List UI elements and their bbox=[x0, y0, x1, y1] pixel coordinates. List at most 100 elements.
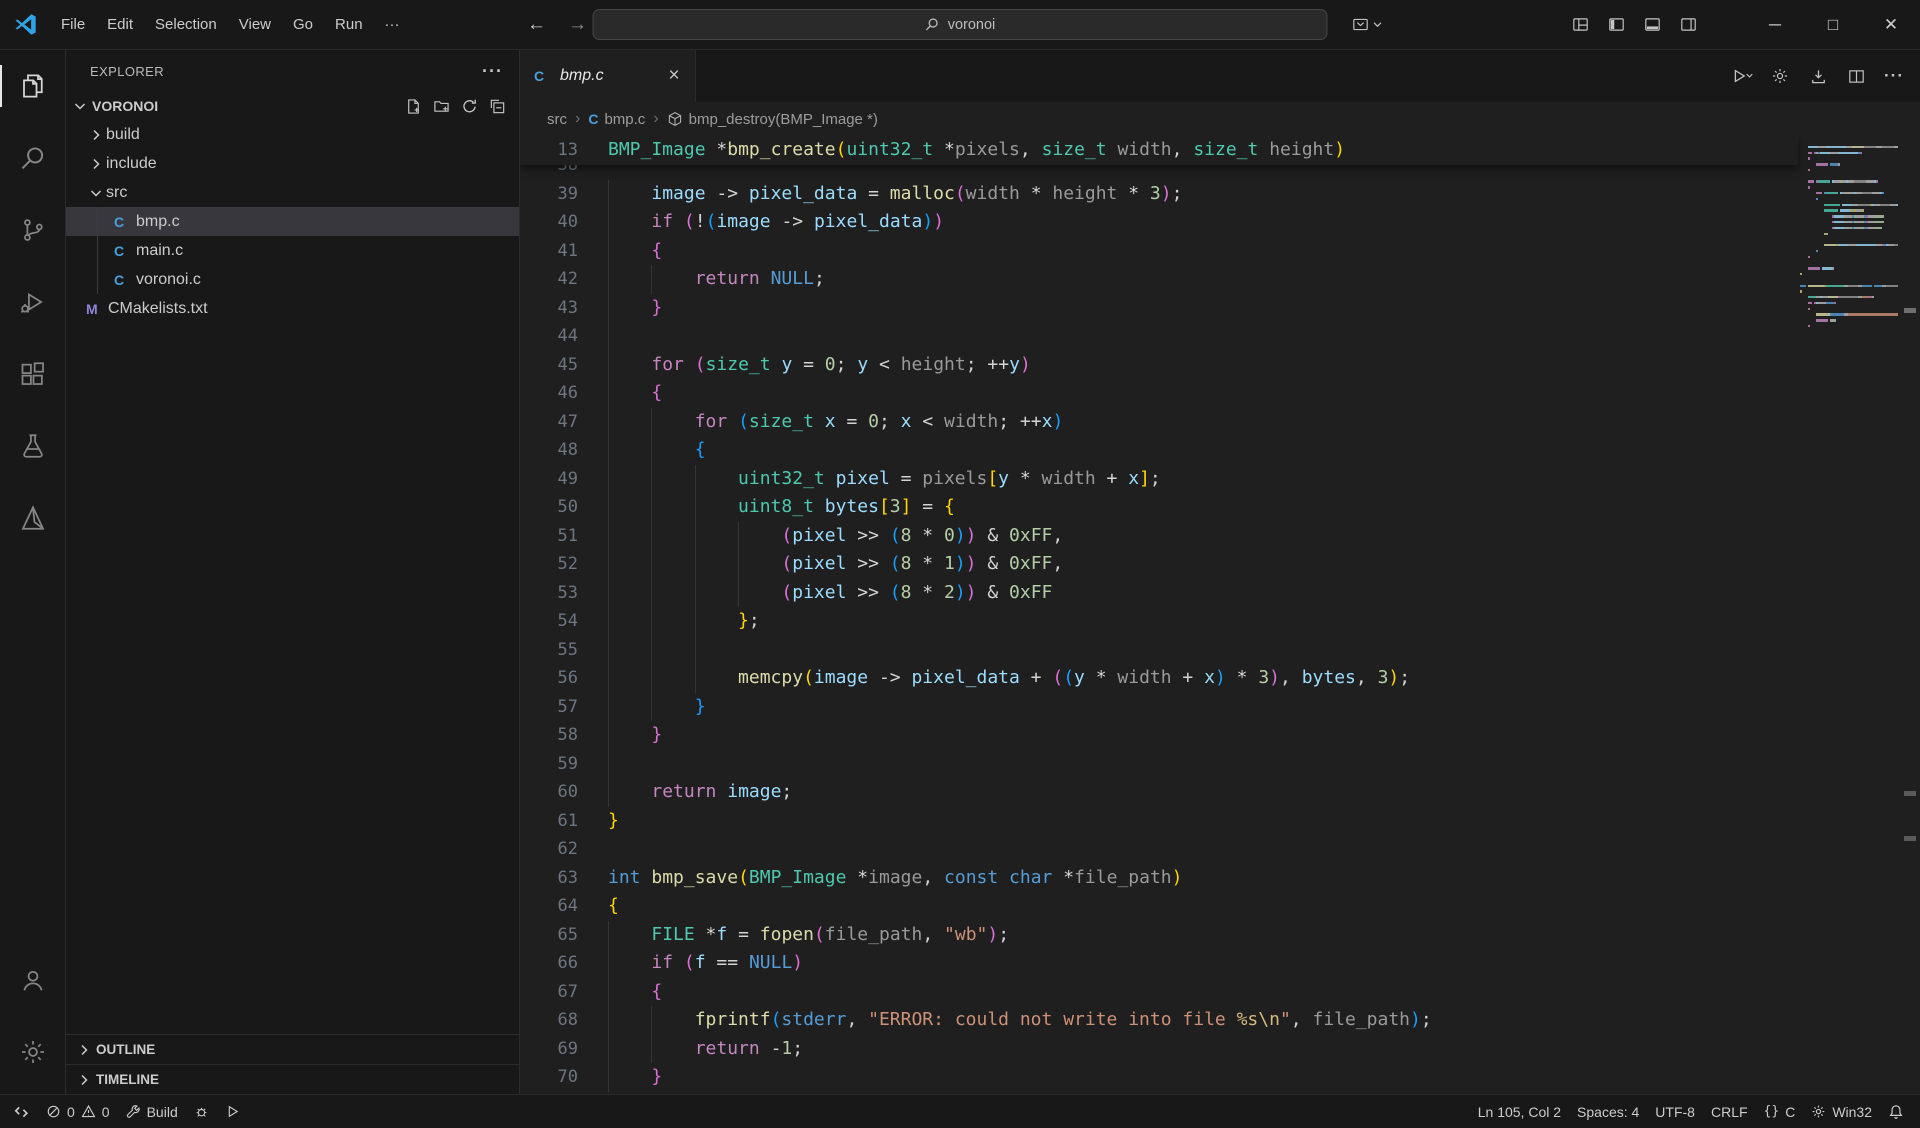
activity-explorer[interactable] bbox=[0, 50, 66, 122]
code-line[interactable]: 45 for (size_t y = 0; y < height; ++y) bbox=[520, 351, 1798, 380]
code-line[interactable]: 57 } bbox=[520, 693, 1798, 722]
layout-dropdown[interactable] bbox=[1352, 9, 1383, 40]
activity-source-control[interactable] bbox=[0, 194, 66, 266]
split-editor-icon[interactable] bbox=[1838, 58, 1874, 94]
sticky-scroll-line[interactable]: 13BMP_Image *bmp_create(uint32_t *pixels… bbox=[520, 136, 1798, 165]
cmake-kit-selector[interactable]: Win32 bbox=[1803, 1104, 1880, 1120]
code-line[interactable]: 42 return NULL; bbox=[520, 265, 1798, 294]
code-line[interactable]: 39 image -> pixel_data = malloc(width * … bbox=[520, 180, 1798, 209]
close-tab-icon[interactable]: × bbox=[661, 63, 687, 89]
code-line[interactable]: 58 } bbox=[520, 721, 1798, 750]
indentation[interactable]: Spaces: 4 bbox=[1569, 1104, 1647, 1120]
maximize-icon[interactable]: □ bbox=[1804, 0, 1862, 50]
code-line[interactable]: 60 return image; bbox=[520, 778, 1798, 807]
tree-item-bmp.c[interactable]: Cbmp.c bbox=[66, 207, 519, 236]
activity-run-debug[interactable] bbox=[0, 266, 66, 338]
command-center-search[interactable]: voronoi bbox=[593, 9, 1328, 40]
activity-extensions[interactable] bbox=[0, 338, 66, 410]
run-file-button[interactable] bbox=[1724, 58, 1760, 94]
code-line[interactable]: 55 bbox=[520, 636, 1798, 665]
new-file-icon[interactable] bbox=[401, 94, 425, 118]
code-line[interactable]: 61} bbox=[520, 807, 1798, 836]
code-editor[interactable]: 3839 image -> pixel_data = malloc(width … bbox=[520, 136, 1920, 1094]
tab-bmp-c[interactable]: C bmp.c × bbox=[520, 50, 696, 102]
code-line[interactable]: 50 uint8_t bytes[3] = { bbox=[520, 493, 1798, 522]
code-line[interactable]: 68 fprintf(stderr, "ERROR: could not wri… bbox=[520, 1006, 1798, 1035]
code-line[interactable]: 65 FILE *f = fopen(file_path, "wb"); bbox=[520, 921, 1798, 950]
cursor-position[interactable]: Ln 105, Col 2 bbox=[1470, 1104, 1569, 1120]
code-line[interactable]: 40 if (!(image -> pixel_data)) bbox=[520, 208, 1798, 237]
code-line[interactable]: 13BMP_Image *bmp_create(uint32_t *pixels… bbox=[520, 136, 1798, 165]
forward-arrow-icon[interactable]: → bbox=[568, 14, 587, 36]
breadcrumb-item[interactable]: bmp_destroy(BMP_Image *) bbox=[667, 111, 878, 128]
code-line[interactable]: 52 (pixel >> (8 * 1)) & 0xFF, bbox=[520, 550, 1798, 579]
encoding[interactable]: UTF-8 bbox=[1647, 1104, 1703, 1120]
code-line[interactable]: 49 uint32_t pixel = pixels[y * width + x… bbox=[520, 465, 1798, 494]
breadcrumb-item[interactable]: Cbmp.c bbox=[588, 111, 645, 128]
code-line[interactable]: 69 return -1; bbox=[520, 1035, 1798, 1064]
project-section-header[interactable]: VORONOI bbox=[66, 92, 519, 120]
code-line[interactable]: 53 (pixel >> (8 * 2)) & 0xFF bbox=[520, 579, 1798, 608]
activity-account[interactable] bbox=[0, 944, 66, 1016]
tree-item-cmakelists.txt[interactable]: MCMakelists.txt bbox=[66, 294, 519, 323]
tree-item-voronoi.c[interactable]: Cvoronoi.c bbox=[66, 265, 519, 294]
download-icon[interactable] bbox=[1800, 58, 1836, 94]
activity-testing[interactable] bbox=[0, 410, 66, 482]
code-line[interactable]: 47 for (size_t x = 0; x < width; ++x) bbox=[520, 408, 1798, 437]
code-line[interactable]: 41 { bbox=[520, 237, 1798, 266]
editor-settings-icon[interactable] bbox=[1762, 58, 1798, 94]
menu-view[interactable]: View bbox=[228, 9, 282, 40]
tree-item-include[interactable]: include bbox=[66, 149, 519, 178]
toggle-panel-icon[interactable] bbox=[1634, 7, 1670, 43]
code-line[interactable]: 56 memcpy(image -> pixel_data + ((y * wi… bbox=[520, 664, 1798, 693]
activity-cmake[interactable] bbox=[0, 482, 66, 554]
code-line[interactable]: 63int bmp_save(BMP_Image *image, const c… bbox=[520, 864, 1798, 893]
problems-button[interactable]: 0 0 bbox=[38, 1095, 118, 1128]
code-line[interactable]: 54 }; bbox=[520, 607, 1798, 636]
toggle-secondary-sidebar-icon[interactable] bbox=[1670, 7, 1706, 43]
code-line[interactable]: 64{ bbox=[520, 892, 1798, 921]
customize-layout-icon[interactable] bbox=[1562, 7, 1598, 43]
code-line[interactable]: 59 bbox=[520, 750, 1798, 779]
language-mode[interactable]: {} C bbox=[1756, 1104, 1804, 1120]
close-window-icon[interactable]: ✕ bbox=[1862, 0, 1920, 50]
panel-timeline[interactable]: TIMELINE bbox=[66, 1064, 519, 1094]
cmake-build-button[interactable]: Build bbox=[118, 1095, 186, 1128]
tree-item-main.c[interactable]: Cmain.c bbox=[66, 236, 519, 265]
code-line[interactable]: 48 { bbox=[520, 436, 1798, 465]
menu-selection[interactable]: Selection bbox=[144, 9, 228, 40]
menu-moremoremore[interactable]: ··· bbox=[374, 9, 411, 40]
remote-window-button[interactable] bbox=[0, 1095, 38, 1128]
refresh-icon[interactable] bbox=[457, 94, 481, 118]
code-line[interactable]: 43 } bbox=[520, 294, 1798, 323]
panel-outline[interactable]: OUTLINE bbox=[66, 1034, 519, 1064]
minimap[interactable] bbox=[1800, 140, 1898, 331]
new-folder-icon[interactable] bbox=[429, 94, 453, 118]
back-arrow-icon[interactable]: ← bbox=[527, 14, 546, 36]
code-line[interactable]: 67 { bbox=[520, 978, 1798, 1007]
code-line[interactable]: 44 bbox=[520, 322, 1798, 351]
explorer-more-actions-icon[interactable]: ··· bbox=[482, 61, 503, 82]
collapse-all-icon[interactable] bbox=[485, 94, 509, 118]
activity-search[interactable] bbox=[0, 122, 66, 194]
tree-item-src[interactable]: src bbox=[66, 178, 519, 207]
code-line[interactable]: 70 } bbox=[520, 1063, 1798, 1092]
more-actions-icon[interactable]: ··· bbox=[1876, 58, 1912, 94]
code-line[interactable]: 46 { bbox=[520, 379, 1798, 408]
menu-go[interactable]: Go bbox=[282, 9, 324, 40]
menu-edit[interactable]: Edit bbox=[96, 9, 144, 40]
menu-run[interactable]: Run bbox=[324, 9, 374, 40]
breadcrumb-item[interactable]: src bbox=[547, 111, 567, 128]
activity-settings[interactable] bbox=[0, 1016, 66, 1088]
cmake-debug-button[interactable] bbox=[186, 1095, 217, 1128]
cmake-launch-button[interactable] bbox=[217, 1095, 248, 1128]
code-line[interactable]: 66 if (f == NULL) bbox=[520, 949, 1798, 978]
menu-file[interactable]: File bbox=[50, 9, 96, 40]
toggle-sidebar-icon[interactable] bbox=[1598, 7, 1634, 43]
code-line[interactable]: 62 bbox=[520, 835, 1798, 864]
tree-item-build[interactable]: build bbox=[66, 120, 519, 149]
minimize-icon[interactable]: ─ bbox=[1746, 0, 1804, 50]
notifications-bell[interactable] bbox=[1880, 1104, 1912, 1120]
eol-sequence[interactable]: CRLF bbox=[1703, 1104, 1756, 1120]
code-line[interactable]: 51 (pixel >> (8 * 0)) & 0xFF, bbox=[520, 522, 1798, 551]
